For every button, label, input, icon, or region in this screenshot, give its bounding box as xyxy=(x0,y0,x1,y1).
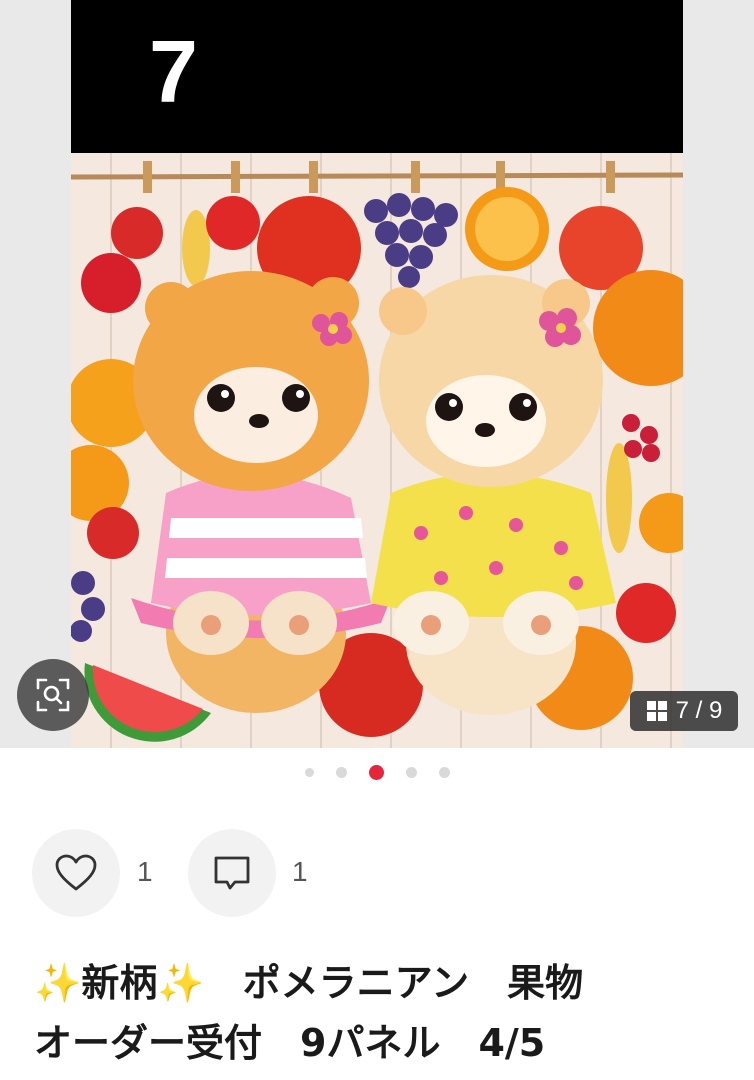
comment-count: 1 xyxy=(292,856,308,887)
post-photo[interactable]: 7 xyxy=(71,0,683,748)
comment-button[interactable] xyxy=(188,829,276,917)
like-count: 1 xyxy=(137,856,153,887)
like-button[interactable] xyxy=(32,829,120,917)
photo-counter-text: 7 / 9 xyxy=(675,697,723,724)
carousel-pagination xyxy=(0,762,754,782)
post-title: ✨新柄✨ ポメラニアン 果物 オーダー受付 9パネル 4/5 xyxy=(34,953,734,1073)
image-gallery[interactable]: 7 7 / 9 xyxy=(0,0,754,748)
heart-icon xyxy=(55,854,97,891)
grid-icon xyxy=(646,701,667,721)
post-title-line-1: ✨新柄✨ ポメラニアン 果物 xyxy=(34,961,584,1005)
pagination-dot-active[interactable] xyxy=(368,764,384,780)
zoom-button[interactable] xyxy=(17,659,89,731)
photo-counter-badge[interactable]: 7 / 9 xyxy=(630,691,738,731)
image-search-icon xyxy=(36,678,70,712)
photo-number-banner: 7 xyxy=(71,0,683,153)
pagination-dot[interactable] xyxy=(335,766,347,778)
pagination-dot[interactable] xyxy=(438,766,450,778)
photo-number: 7 xyxy=(149,22,198,121)
comment-icon xyxy=(214,856,250,890)
pagination-dot[interactable] xyxy=(304,767,314,777)
post-title-line-2: オーダー受付 9パネル 4/5 xyxy=(34,1021,546,1065)
pagination-dot[interactable] xyxy=(405,766,417,778)
pomeranian-fruit-illustration xyxy=(71,153,683,748)
